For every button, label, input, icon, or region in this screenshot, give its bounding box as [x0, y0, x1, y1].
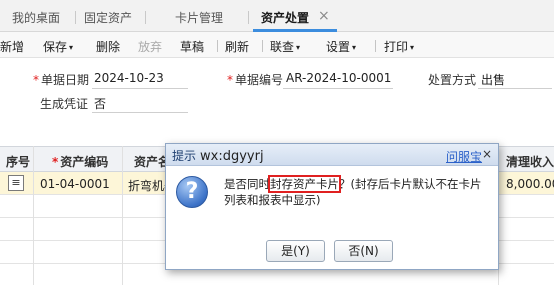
chevron-down-icon: ▾ [296, 43, 301, 52]
header-seq: 序号 [6, 155, 31, 169]
tab-my-desktop[interactable]: 我的桌面 [12, 9, 60, 26]
required-mark: * [227, 73, 233, 87]
cell-asset-code: 01-04-0001 [40, 177, 110, 191]
close-icon[interactable]: × [482, 147, 492, 161]
number-field[interactable]: AR-2024-10-0001 [286, 71, 391, 85]
tab-bar: 我的桌面 固定资产 卡片管理 资产处置 × [0, 0, 554, 32]
tab-asset-disposal[interactable]: 资产处置 [261, 9, 309, 26]
yes-button[interactable]: 是(Y) [266, 240, 325, 262]
tab-card-management[interactable]: 卡片管理 [175, 9, 223, 26]
help-link[interactable]: 问服宝 [446, 148, 482, 165]
number-label: * 单据编号 [227, 71, 283, 88]
required-mark: * [52, 155, 59, 169]
voucher-field[interactable]: 否 [94, 95, 106, 112]
dialog-message: 是否同时封存资产卡片？(封存后卡片默认不在卡片列表和报表中显示) [224, 175, 490, 208]
settings-button[interactable]: 设置 ▾ [326, 38, 356, 55]
draft-button[interactable]: 草稿 [180, 38, 204, 55]
toolbar-divider [262, 40, 263, 52]
date-label: * 单据日期 [33, 71, 89, 88]
toolbar: 新增 保存 ▾ 删除 放弃 草稿 刷新 联查 ▾ 设置 ▾ 打印 ▾ [0, 32, 554, 58]
number-field-underline [283, 88, 393, 89]
tab-divider [248, 11, 249, 24]
chevron-down-icon: ▾ [69, 43, 74, 52]
dialog-title-label: 提示 [172, 149, 197, 163]
method-field[interactable]: 出售 [481, 71, 505, 88]
voucher-label: 生成凭证 [40, 97, 89, 111]
save-button[interactable]: 保存 ▾ [43, 38, 73, 55]
no-button[interactable]: 否(N) [334, 240, 393, 262]
question-icon: ? [176, 176, 208, 208]
confirm-dialog: 提示 wx:dgyyrj 问服宝 × ? 是否同时封存资产卡片？(封存后卡片默认不… [165, 143, 499, 270]
linked-query-button[interactable]: 联查 ▾ [270, 38, 300, 55]
print-button[interactable]: 打印 ▾ [384, 38, 414, 55]
close-tab-icon[interactable]: × [318, 8, 330, 24]
date-label-text: 单据日期 [41, 73, 90, 87]
date-field-underline [92, 88, 188, 89]
column-divider [33, 146, 34, 285]
tab-divider [145, 11, 146, 24]
method-field-underline [478, 88, 552, 89]
tab-fixed-assets[interactable]: 固定资产 [84, 9, 132, 26]
refresh-button[interactable]: 刷新 [225, 38, 249, 55]
print-label: 打印 [384, 40, 409, 54]
header-clearing-income: 清理收入 [506, 155, 554, 169]
message-part-1: 是否同时 [224, 177, 270, 191]
add-button[interactable]: 新增 [0, 38, 24, 55]
number-label-text: 单据编号 [235, 73, 284, 87]
cell-clearing-income: 8,000.00 [506, 177, 554, 191]
tab-divider [75, 11, 76, 24]
abandon-button[interactable]: 放弃 [138, 38, 162, 55]
dialog-title-bar[interactable]: 提示 wx:dgyyrj 问服宝 × [166, 144, 498, 166]
toolbar-divider [375, 40, 376, 52]
message-highlight: 封存资产卡片 [268, 175, 341, 193]
save-label: 保存 [43, 40, 68, 54]
chevron-down-icon: ▾ [352, 43, 357, 52]
toolbar-divider [217, 40, 218, 52]
method-label: 处置方式 [428, 73, 477, 87]
delete-button[interactable]: 删除 [96, 38, 120, 55]
dialog-title-watermark: wx:dgyyrj [200, 149, 264, 164]
dialog-title: 提示 wx:dgyyrj [172, 147, 264, 164]
chevron-down-icon: ▾ [410, 43, 415, 52]
row-menu-icon[interactable]: ≡ [8, 175, 24, 191]
header-asset-code: * 资产编码 [52, 153, 108, 170]
header-asset-code-text: 资产编码 [60, 155, 109, 169]
settings-label: 设置 [326, 40, 351, 54]
column-divider [122, 146, 123, 285]
required-mark: * [33, 73, 39, 87]
date-field[interactable]: 2024-10-23 [94, 71, 164, 85]
linked-query-label: 联查 [270, 40, 295, 54]
voucher-field-underline [92, 112, 188, 113]
